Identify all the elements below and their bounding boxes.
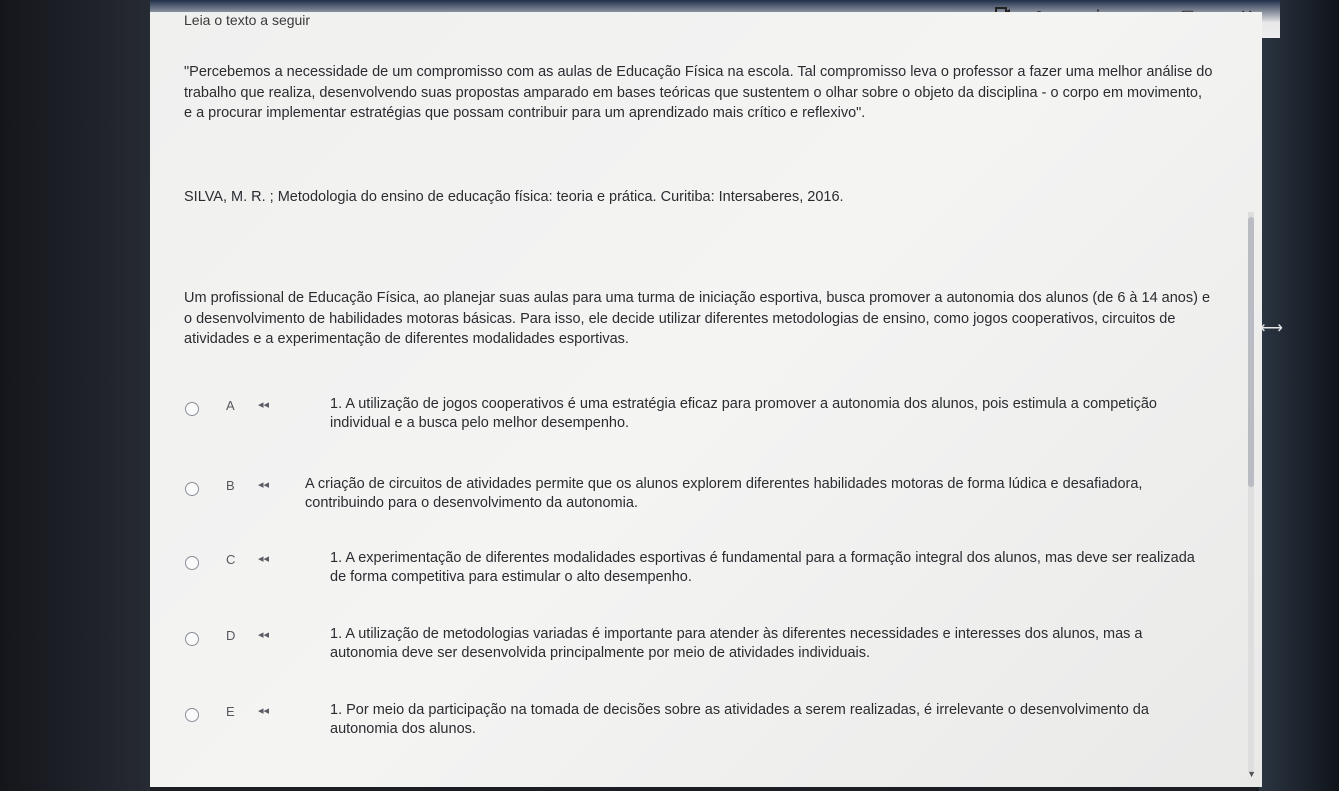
option-letter: B [226, 478, 235, 493]
option-text: 1. A utilização de jogos cooperativos é … [330, 396, 1157, 431]
speaker-icon[interactable]: ◂◂ [258, 552, 269, 565]
option-b[interactable]: B ◂◂ A criação de circuitos de atividade… [180, 474, 1230, 534]
option-e[interactable]: E ◂◂ 1. Por meio da participação na toma… [180, 700, 1230, 760]
intro-label: Leia o texto a seguir [184, 12, 311, 28]
option-letter: D [226, 628, 236, 643]
radio-c[interactable] [185, 556, 199, 570]
scroll-down-icon[interactable]: ▼ [1247, 769, 1256, 779]
scrollbar-thumb[interactable] [1248, 217, 1254, 487]
speaker-icon[interactable]: ◂◂ [258, 628, 269, 641]
option-d[interactable]: D ◂◂ 1. A utilização de metodologias var… [180, 624, 1230, 684]
quote-text: "Percebemos a necessidade de um compromi… [184, 64, 1213, 121]
speaker-icon[interactable]: ◂◂ [258, 478, 269, 491]
monitor-bezel-right [1259, 0, 1339, 791]
option-c[interactable]: C ◂◂ 1. A experimentação de diferentes m… [180, 548, 1230, 608]
option-text: 1. Por meio da participação na tomada de… [330, 702, 1149, 737]
question-text: Um profissional de Educação Física, ao p… [184, 290, 1211, 347]
option-letter: A [226, 398, 235, 413]
radio-e[interactable] [185, 708, 199, 722]
option-letter: E [226, 704, 235, 719]
question-page: Leia o texto a seguir "Percebemos a nece… [150, 12, 1262, 787]
speaker-icon[interactable]: ◂◂ [258, 704, 269, 717]
resize-icon[interactable]: ⟷ [1260, 318, 1283, 338]
option-letter: C [226, 552, 236, 567]
option-a[interactable]: A ◂◂ 1. A utilização de jogos cooperativ… [180, 394, 1230, 454]
speaker-icon[interactable]: ◂◂ [258, 398, 269, 411]
option-text: 1. A utilização de metodologias variadas… [330, 626, 1143, 661]
option-text: 1. A experimentação de diferentes modali… [330, 550, 1195, 585]
radio-d[interactable] [185, 632, 199, 646]
citation-text: SILVA, M. R. ; Metodologia do ensino de … [184, 189, 844, 205]
option-text: A criação de circuitos de atividades per… [305, 476, 1143, 511]
monitor-bezel-left [0, 0, 150, 791]
radio-b[interactable] [185, 482, 199, 496]
radio-a[interactable] [185, 402, 199, 416]
